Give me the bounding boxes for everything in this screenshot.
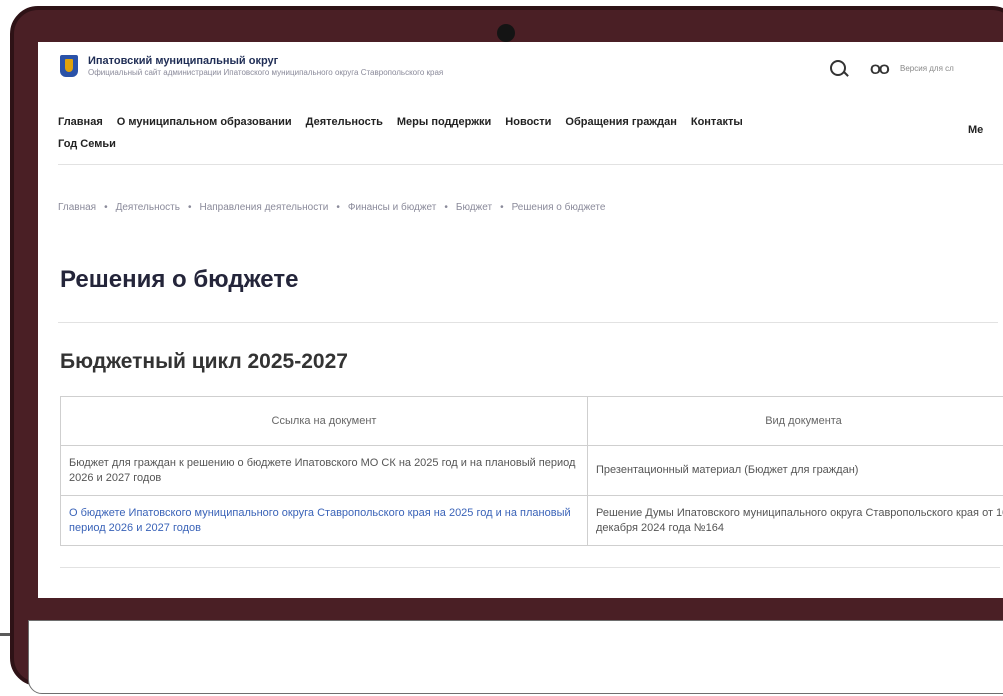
nav-item[interactable]: Новости [505,116,551,128]
search-icon[interactable] [830,60,846,76]
breadcrumb: Главная • Деятельность • Направления деятель… [58,202,605,213]
section-title: Бюджетный цикл 2025-2027 [60,350,348,373]
nav-item[interactable]: Обращения граждан [565,116,676,128]
document-title: Бюджет для граждан к решению о бюджете И… [60,445,588,496]
title-divider [58,322,998,323]
browser-screen: Ипатовский муниципальный округ Официальн… [38,42,1003,598]
glasses-icon[interactable]: OO [870,61,890,77]
laptop-base [28,620,1003,694]
document-type: Презентационный материал (Бюджет для гра… [587,445,1003,496]
nav-item[interactable]: Контакты [691,116,743,128]
breadcrumb-separator: • [104,202,108,213]
breadcrumb-item[interactable]: Направления деятельности [199,202,328,213]
breadcrumb-item[interactable]: Бюджет [456,202,492,213]
nav-more[interactable]: Ме [968,124,983,136]
table-row: О бюджете Ипатовского муниципального окр… [60,495,1003,546]
document-link-cell: О бюджете Ипатовского муниципального окр… [60,495,588,546]
nav-item[interactable]: Главная [58,116,103,128]
bottom-divider [60,567,1000,568]
nav-divider [58,164,1003,165]
coat-of-arms-logo[interactable] [60,55,78,77]
breadcrumb-separator: • [336,202,340,213]
breadcrumb-item: Решения о бюджете [511,202,606,213]
nav-item[interactable]: Деятельность [306,116,383,128]
site-title[interactable]: Ипатовский муниципальный округ [88,55,278,67]
documents-table: Ссылка на документ Вид документа Бюджет … [60,396,1003,546]
breadcrumb-item[interactable]: Финансы и бюджет [348,202,436,213]
document-link[interactable]: О бюджете Ипатовского муниципального окр… [69,507,571,534]
site-header: Ипатовский муниципальный округ Официальн… [38,42,1003,102]
camera-dot [497,24,515,42]
nav-item[interactable]: Меры поддержки [397,116,491,128]
document-type: Решение Думы Ипатовского муниципального … [587,495,1003,546]
breadcrumb-separator: • [444,202,448,213]
site-subtitle: Официальный сайт администрации Ипатовско… [88,68,444,77]
breadcrumb-item[interactable]: Деятельность [116,202,180,213]
column-header-type: Вид документа [587,396,1003,446]
main-nav: Главная О муниципальном образовании Деятел… [58,116,998,150]
accessibility-version-link[interactable]: Версия для сл [900,64,954,73]
table-header-row: Ссылка на документ Вид документа [60,396,1003,446]
breadcrumb-item[interactable]: Главная [58,202,96,213]
breadcrumb-separator: • [187,202,192,213]
page-title: Решения о бюджете [60,266,299,293]
nav-item[interactable]: О муниципальном образовании [117,116,292,128]
nav-row: Главная О муниципальном образовании Деятел… [58,116,998,128]
breadcrumb-separator: • [500,202,504,213]
column-header-link: Ссылка на документ [60,396,588,446]
table-row: Бюджет для граждан к решению о бюджете И… [60,445,1003,496]
nav-item-year-of-family[interactable]: Год Семьи [58,138,998,150]
